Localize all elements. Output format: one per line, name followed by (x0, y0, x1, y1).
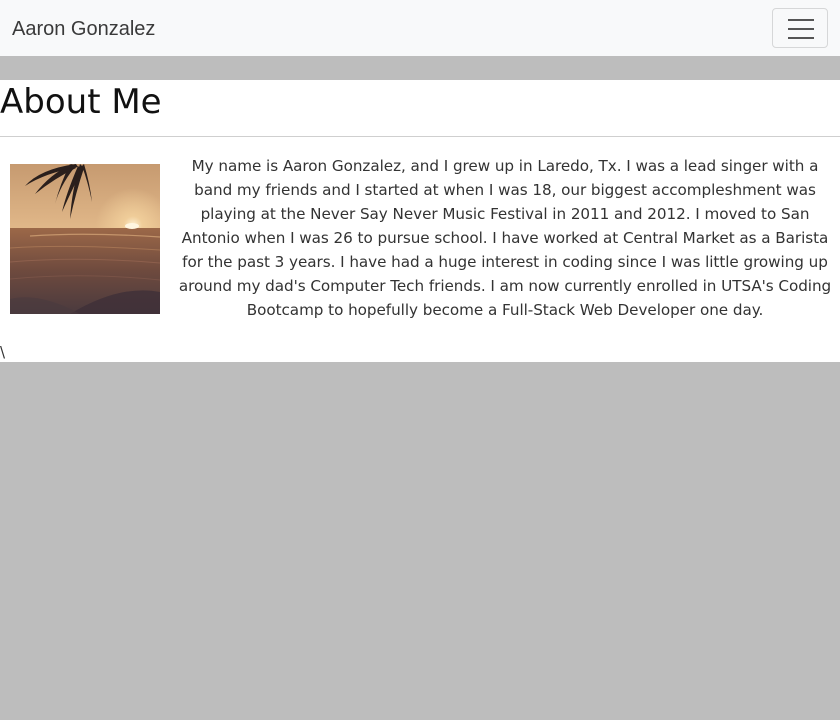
page-title: About Me (0, 82, 162, 122)
bio-paragraph: My name is Aaron Gonzalez, and I grew up… (178, 157, 832, 319)
hamburger-menu-icon (788, 18, 814, 40)
profile-photo (10, 164, 160, 314)
divider (0, 136, 840, 137)
navbar: Aaron Gonzalez (0, 0, 840, 56)
about-section: About Me My name is Aaron Gonzalez, and … (0, 80, 840, 362)
navbar-brand[interactable]: Aaron Gonzalez (12, 16, 155, 42)
navbar-toggler-button[interactable] (772, 8, 828, 48)
stray-text: \ (0, 343, 6, 361)
